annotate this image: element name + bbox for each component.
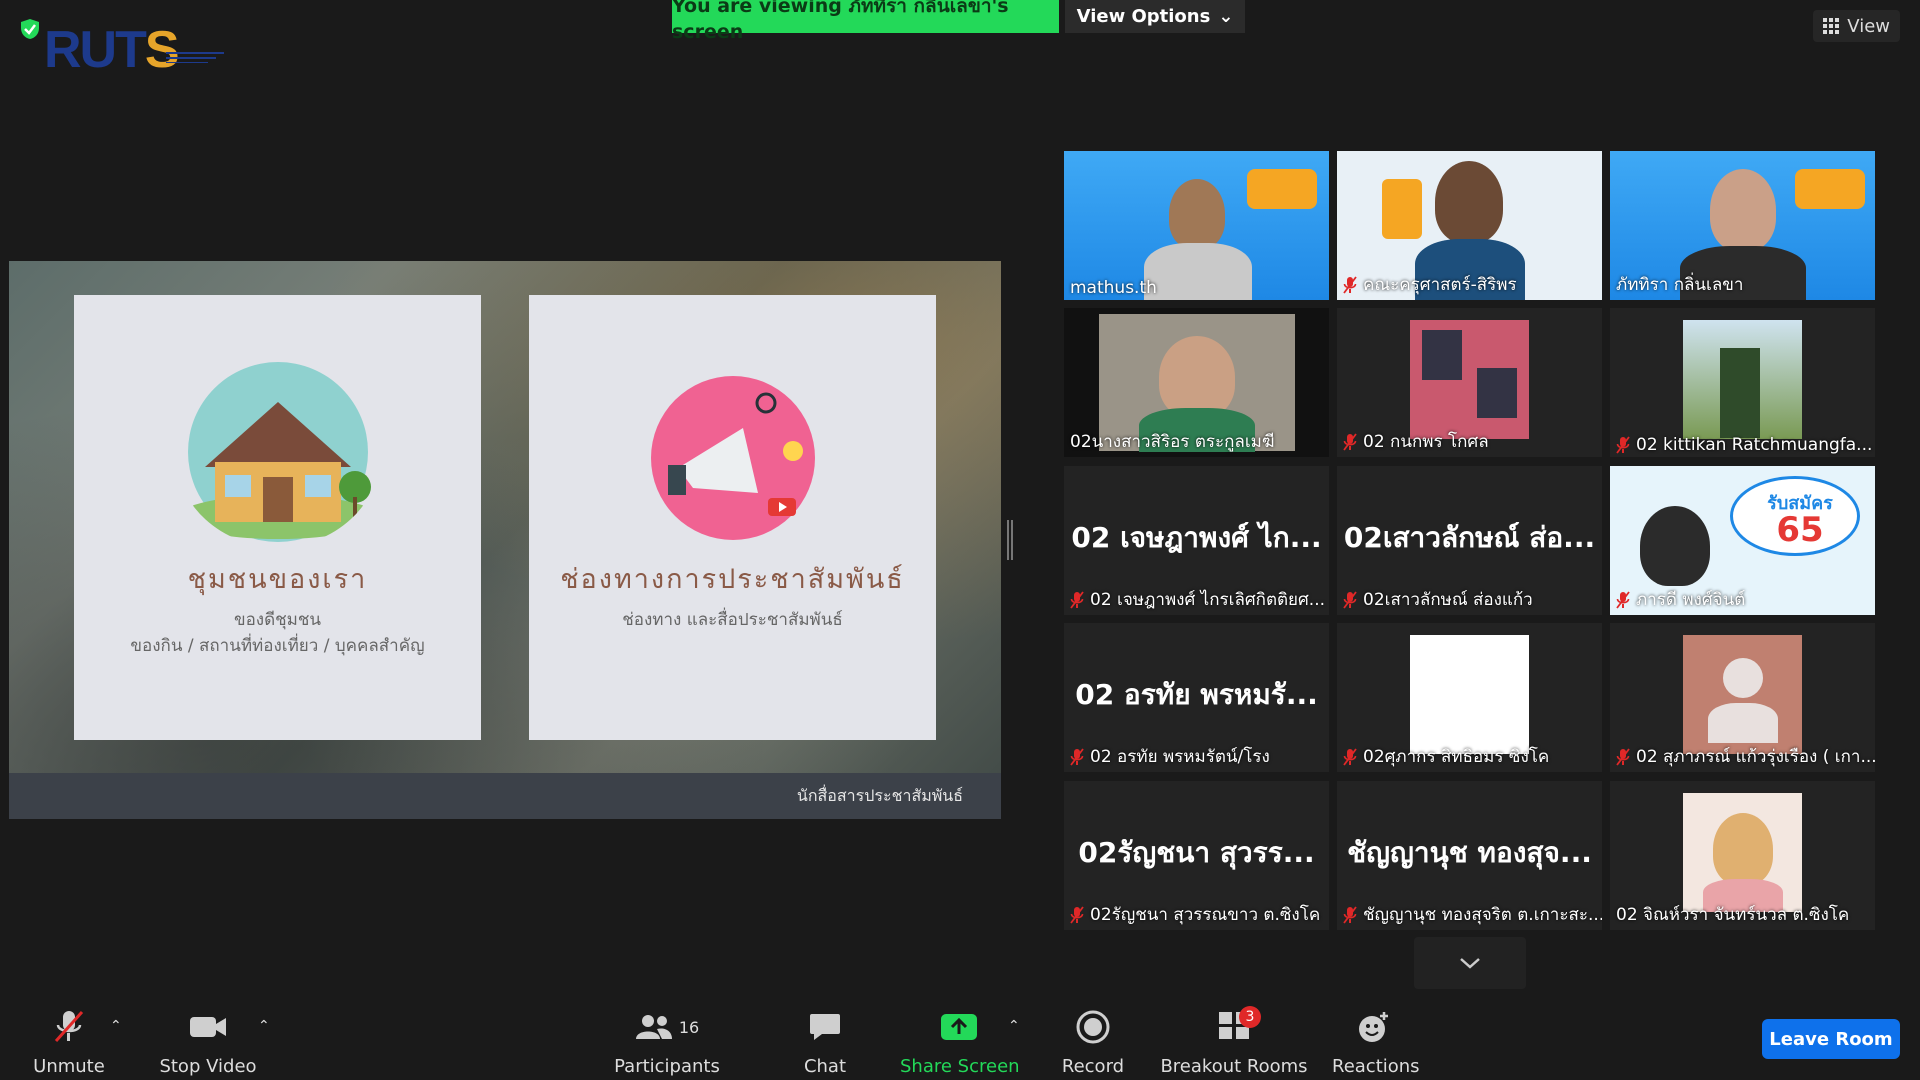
participant-display-name: ชัญญานุช ทองสุจ... <box>1347 836 1592 869</box>
participants-button[interactable]: 16 Participants <box>614 1008 720 1077</box>
participant-tile[interactable]: 02 kittikan Ratchmuangfa... <box>1610 308 1875 457</box>
participant-name-label: ภัททิรา กลิ่นเลขา <box>1616 275 1744 295</box>
ruts-logo: RUTS <box>14 14 234 76</box>
participant-name-label: 02 สุภาภรณ์ แก้วรุ่งเรือง ( เกา... <box>1616 743 1875 770</box>
participant-tile[interactable]: 02 เจษฎาพงศ์ ไก... 02 เจษฎาพงศ์ ไกรเลิศกิ… <box>1064 466 1329 615</box>
participant-tile[interactable]: 02นางสาวสิริอร ตระกูลเมฆี <box>1064 308 1329 457</box>
microphone-muted-icon <box>1343 747 1357 766</box>
participants-icon <box>635 1015 672 1039</box>
microphone-muted-icon <box>1343 432 1357 451</box>
leave-room-button[interactable]: Leave Room <box>1762 1019 1900 1059</box>
view-layout-button[interactable]: View <box>1813 10 1900 42</box>
participant-name-label: 02 จิณห์วรา จันทร์นวล ต.ซิงโค <box>1616 905 1850 925</box>
slide-footer: นักสื่อสารประชาสัมพันธ์ <box>9 773 1001 819</box>
participant-tile[interactable]: 02รัญชนา สุวรร... 02รัญชนา สุวรรณขาว ต.ซิ… <box>1064 781 1329 930</box>
participant-tile[interactable]: 02 กนกพร โกศล <box>1337 308 1602 457</box>
participant-name-label: 02 kittikan Ratchmuangfa... <box>1616 435 1872 455</box>
participant-tile[interactable]: mathus.th <box>1064 151 1329 300</box>
participant-tile[interactable]: 02ศุภากร สิทธิอมร ซิงโค <box>1337 623 1602 772</box>
share-screen-button[interactable]: Share Screen <box>900 1008 1020 1077</box>
microphone-muted-icon <box>1070 747 1084 766</box>
gallery-next-page-button[interactable] <box>1414 937 1526 989</box>
share-options-caret[interactable]: ⌃ <box>1008 1018 1020 1034</box>
participant-name-label: ชัญญานุช ทองสุจริต ต.เกาะสะ... <box>1343 901 1602 928</box>
view-options-button[interactable]: View Options ⌄ <box>1065 0 1245 33</box>
breakout-count-badge: 3 <box>1239 1005 1261 1028</box>
participant-display-name: 02เสาวลักษณ์ ส่อ... <box>1343 521 1596 554</box>
microphone-muted-icon <box>1343 905 1357 924</box>
viewing-screen-banner: You are viewing ภัททิรา กลิ่นเลขา's scre… <box>672 0 1059 43</box>
participant-name-label: 02รัญชนา สุวรรณขาว ต.ซิงโค <box>1070 901 1320 928</box>
microphone-muted-icon <box>1616 590 1630 609</box>
record-button[interactable]: Record <box>1058 1008 1128 1077</box>
participant-tile[interactable]: ภัททิรา กลิ่นเลขา <box>1610 151 1875 300</box>
participant-name-label: mathus.th <box>1070 278 1157 298</box>
participant-name-label: ภารดี พงศ์จินต์ <box>1616 586 1745 613</box>
participant-tile[interactable]: คณะครุศาสตร์-สิริพร <box>1337 151 1602 300</box>
participant-display-name: 02 อรทัย พรหมรั... <box>1075 678 1318 711</box>
microphone-muted-icon <box>1343 275 1357 294</box>
megaphone-illustration <box>650 376 815 540</box>
microphone-muted-icon <box>1070 905 1084 924</box>
microphone-muted-icon <box>1070 590 1084 609</box>
microphone-muted-icon <box>54 1010 84 1043</box>
share-screen-icon <box>941 1014 977 1040</box>
video-options-caret[interactable]: ⌃ <box>258 1018 270 1034</box>
slide-card-community: ชุมชนของเรา ของดีชุมชน ของกิน / สถานที่ท่… <box>74 295 481 740</box>
audio-options-caret[interactable]: ⌃ <box>110 1018 122 1034</box>
participant-tile[interactable]: 02 จิณห์วรา จันทร์นวล ต.ซิงโค <box>1610 781 1875 930</box>
participant-name-label: คณะครุศาสตร์-สิริพร <box>1343 271 1517 298</box>
participant-tile[interactable]: 02 สุภาภรณ์ แก้วรุ่งเรือง ( เกา... <box>1610 623 1875 772</box>
house-illustration <box>177 362 378 542</box>
stop-video-button[interactable]: Stop Video <box>158 1008 258 1077</box>
video-camera-icon <box>190 1017 226 1037</box>
participant-tile[interactable]: 02 อรทัย พรหมรั... 02 อรทัย พรหมรัตน์/โรง <box>1064 623 1329 772</box>
record-icon <box>1076 1010 1110 1044</box>
chat-button[interactable]: Chat <box>795 1008 855 1077</box>
meeting-toolbar: Unmute ⌃ Stop Video ⌃ 16 Participants Ch… <box>0 1000 1920 1080</box>
chat-icon <box>810 1014 840 1040</box>
participant-name-label: 02 เจษฎาพงศ์ ไกรเลิศกิตติยศ... <box>1070 586 1325 613</box>
security-shield-icon[interactable] <box>20 18 40 40</box>
participant-display-name: 02รัญชนา สุวรร... <box>1078 836 1315 869</box>
unmute-button[interactable]: Unmute <box>28 1008 110 1077</box>
reactions-button[interactable]: Reactions <box>1332 1008 1420 1077</box>
participant-tile[interactable]: รับสมัคร 65 ภารดี พงศ์จินต์ <box>1610 466 1875 615</box>
shared-screen: ชุมชนของเรา ของดีชุมชน ของกิน / สถานที่ท่… <box>9 261 1001 819</box>
microphone-muted-icon <box>1343 590 1357 609</box>
participant-name-label: 02 อรทัย พรหมรัตน์/โรง <box>1070 743 1270 770</box>
participant-name-label: 02ศุภากร สิทธิอมร ซิงโค <box>1343 743 1549 770</box>
grid-icon <box>1823 18 1840 34</box>
participant-tile[interactable]: ชัญญานุช ทองสุจ... ชัญญานุช ทองสุจริต ต.เ… <box>1337 781 1602 930</box>
participant-name-label: 02นางสาวสิริอร ตระกูลเมฆี <box>1070 432 1275 452</box>
participant-name-label: 02 กนกพร โกศล <box>1343 428 1489 455</box>
breakout-rooms-button[interactable]: 3 Breakout Rooms <box>1160 1005 1308 1077</box>
chevron-down-icon: ⌄ <box>1218 6 1234 27</box>
participant-display-name: 02 เจษฎาพงศ์ ไก... <box>1071 521 1322 554</box>
microphone-muted-icon <box>1616 436 1630 454</box>
slide-card-pr-channels: ช่องทางการประชาสัมพันธ์ ช่องทาง และสื่อป… <box>529 295 936 740</box>
panel-resize-handle[interactable] <box>1007 520 1013 560</box>
microphone-muted-icon <box>1616 747 1630 766</box>
chevron-down-icon <box>1460 958 1480 969</box>
participant-tile[interactable]: 02เสาวลักษณ์ ส่อ... 02เสาวลักษณ์ ส่องแก้ว <box>1337 466 1602 615</box>
reactions-icon <box>1359 1012 1388 1042</box>
participant-name-label: 02เสาวลักษณ์ ส่องแก้ว <box>1343 586 1533 613</box>
